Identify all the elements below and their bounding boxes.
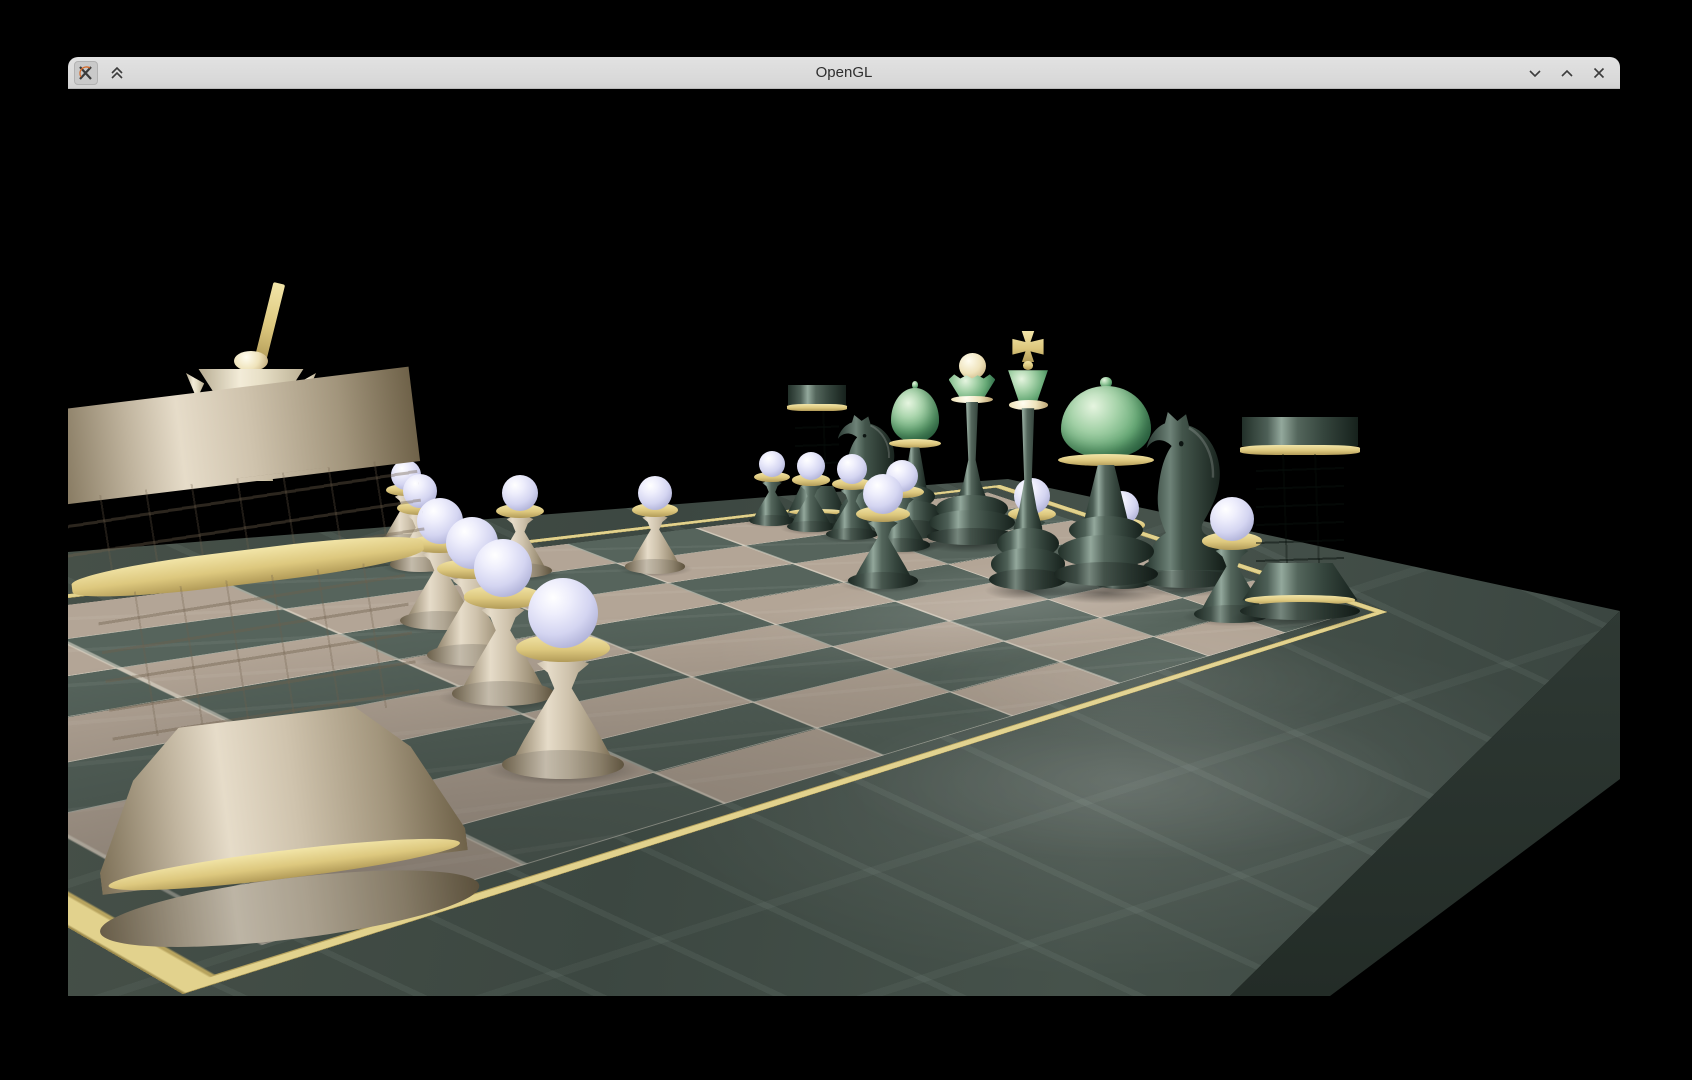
opengl-viewport[interactable]	[68, 89, 1620, 996]
minimize-chevron-down-icon[interactable]	[1524, 62, 1546, 84]
white-pawn	[493, 578, 633, 778]
dark-bishop	[1054, 377, 1158, 597]
dark-rook	[1240, 417, 1360, 622]
close-icon[interactable]	[1588, 62, 1610, 84]
white-pawn	[621, 476, 689, 573]
window-title: OpenGL	[68, 57, 1620, 88]
white-rook	[68, 367, 477, 968]
titlebar[interactable]: OpenGL	[68, 57, 1620, 89]
maximize-chevron-up-icon[interactable]	[1556, 62, 1578, 84]
opengl-window: OpenGL	[68, 57, 1620, 995]
dark-pawn	[843, 474, 923, 588]
